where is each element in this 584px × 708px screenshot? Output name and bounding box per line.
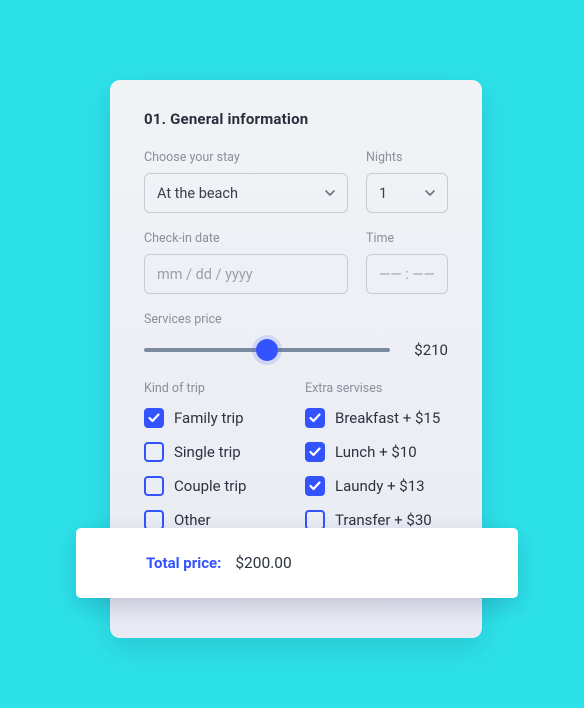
trip-list: Family trip Single trip Couple trip Other: [144, 408, 287, 530]
checkin-label: Check-in date: [144, 231, 348, 246]
checkbox[interactable]: [144, 476, 164, 496]
check-icon: [148, 413, 160, 423]
total-value: $200.00: [235, 554, 291, 572]
app-background: 01. General information Choose your stay…: [6, 6, 578, 702]
slider-thumb[interactable]: [256, 339, 278, 361]
nights-value: 1: [379, 185, 387, 202]
stay-field: Choose your stay At the beach: [144, 150, 348, 213]
time-input[interactable]: —— : ——: [366, 254, 448, 294]
time-field: Time —— : ——: [366, 231, 448, 294]
services-slider-row: $210: [144, 341, 448, 359]
checkbox-label: Transfer + $30: [335, 511, 432, 529]
checkbox[interactable]: [305, 510, 325, 530]
checkbox-label: Breakfast + $15: [335, 409, 440, 427]
extras-list: Breakfast + $15 Lunch + $10 Laundy + $13 Tr…: [305, 408, 448, 530]
nights-select[interactable]: 1: [366, 173, 448, 213]
nights-field: Nights 1: [366, 150, 448, 213]
checkbox[interactable]: [305, 476, 325, 496]
trip-column-title: Kind of trip: [144, 381, 287, 396]
time-label: Time: [366, 231, 448, 246]
checkbox-label: Single trip: [174, 443, 241, 461]
services-value: $210: [404, 341, 448, 359]
options-columns: Kind of trip Family trip Single trip Coupl…: [144, 381, 448, 544]
services-label: Services price: [144, 312, 448, 327]
extras-column: Extra servises Breakfast + $15 Lunch + $1…: [305, 381, 448, 544]
services-field: Services price $210: [144, 312, 448, 359]
checkbox[interactable]: [144, 510, 164, 530]
checkbox-label: Other: [174, 511, 211, 529]
section-title: 01. General information: [144, 110, 448, 128]
total-card: Total price: $200.00: [76, 528, 518, 598]
checkbox[interactable]: [144, 408, 164, 428]
extra-item-3[interactable]: Transfer + $30: [305, 510, 448, 530]
checkbox-label: Couple trip: [174, 477, 246, 495]
extras-column-title: Extra servises: [305, 381, 448, 396]
row-stay-nights: Choose your stay At the beach Nights 1: [144, 150, 448, 213]
trip-item-1[interactable]: Single trip: [144, 442, 287, 462]
extra-item-1[interactable]: Lunch + $10: [305, 442, 448, 462]
checkbox-label: Family trip: [174, 409, 244, 427]
check-icon: [309, 481, 321, 491]
checkbox[interactable]: [305, 442, 325, 462]
trip-column: Kind of trip Family trip Single trip Coupl…: [144, 381, 287, 544]
checkin-placeholder: mm / dd / yyyy: [157, 266, 253, 283]
check-icon: [309, 447, 321, 457]
trip-item-2[interactable]: Couple trip: [144, 476, 287, 496]
row-date-time: Check-in date mm / dd / yyyy Time —— : —…: [144, 231, 448, 294]
checkin-input[interactable]: mm / dd / yyyy: [144, 254, 348, 294]
checkbox[interactable]: [144, 442, 164, 462]
checkbox-label: Laundy + $13: [335, 477, 425, 495]
services-slider[interactable]: [144, 348, 390, 352]
checkbox-label: Lunch + $10: [335, 443, 417, 461]
extra-item-2[interactable]: Laundy + $13: [305, 476, 448, 496]
total-label: Total price:: [146, 554, 221, 572]
stay-value: At the beach: [157, 185, 238, 202]
trip-item-3[interactable]: Other: [144, 510, 287, 530]
stay-label: Choose your stay: [144, 150, 348, 165]
stay-select[interactable]: At the beach: [144, 173, 348, 213]
checkin-field: Check-in date mm / dd / yyyy: [144, 231, 348, 294]
app-canvas: 01. General information Choose your stay…: [0, 0, 584, 708]
check-icon: [309, 413, 321, 423]
checkbox[interactable]: [305, 408, 325, 428]
chevron-down-icon: [325, 190, 335, 196]
nights-label: Nights: [366, 150, 448, 165]
chevron-down-icon: [425, 190, 435, 196]
time-placeholder: —— : ——: [379, 266, 435, 283]
trip-item-0[interactable]: Family trip: [144, 408, 287, 428]
extra-item-0[interactable]: Breakfast + $15: [305, 408, 448, 428]
